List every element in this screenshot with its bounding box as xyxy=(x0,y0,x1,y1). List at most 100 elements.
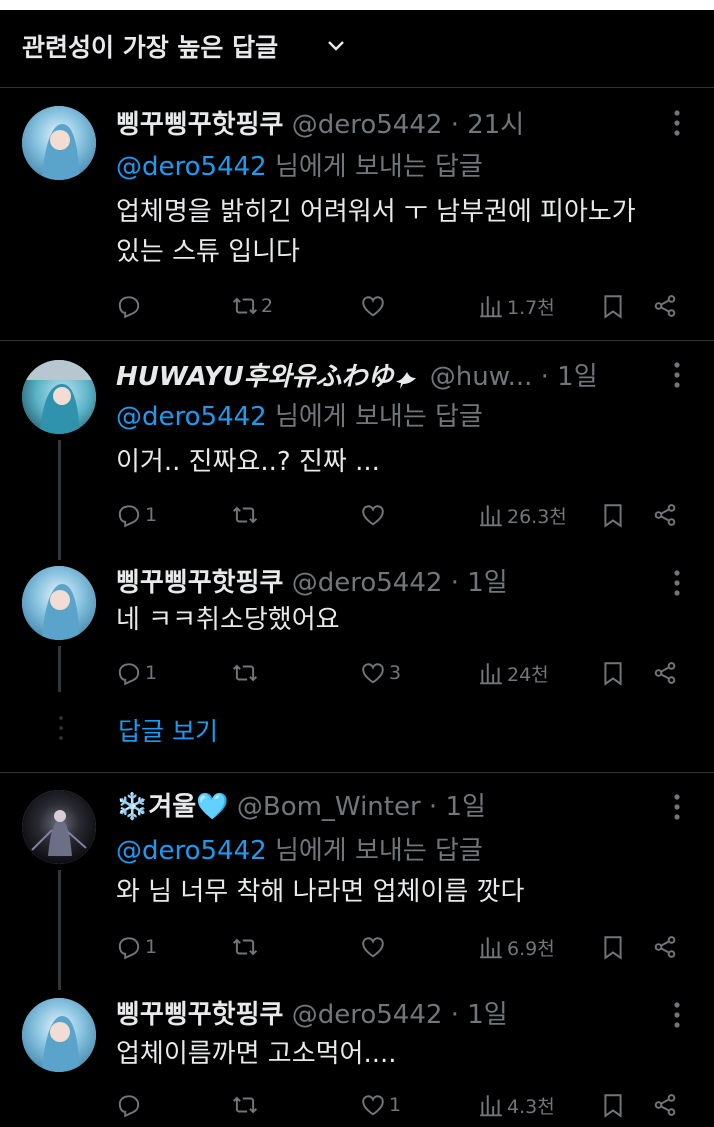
like-button[interactable]: 3 xyxy=(360,658,401,688)
share-button[interactable] xyxy=(652,658,678,688)
bar-chart-icon xyxy=(478,1092,504,1118)
user-handle[interactable]: @dero5442 xyxy=(292,110,443,140)
heart-icon xyxy=(360,934,386,960)
reply-button[interactable]: 1 xyxy=(116,500,157,530)
reply-button[interactable] xyxy=(116,1090,145,1120)
replying-to: @dero5442 님에게 보내는 답글 xyxy=(116,396,483,433)
avatar[interactable] xyxy=(22,790,96,864)
bookmark-button[interactable] xyxy=(600,291,626,321)
replying-to: @dero5442 님에게 보내는 답글 xyxy=(116,830,483,867)
post-header: 삥꾸삥꾸핫핑쿠 @dero5442 · 1일 xyxy=(116,994,676,1030)
post-header: HUWAYU후와유ふわゆ @huw... · 1일 xyxy=(116,356,676,392)
post-header: 삥꾸삥꾸핫핑쿠 @dero5442 · 1일 xyxy=(116,562,676,598)
repost-button[interactable] xyxy=(232,658,261,688)
share-button[interactable] xyxy=(652,932,678,962)
display-name[interactable]: HUWAYU후와유ふわゆ xyxy=(116,362,393,392)
post-text: 와 님 너무 착해 나라면 업체이름 깟다 xyxy=(116,872,686,912)
reply-count: 1 xyxy=(145,662,158,684)
display-name[interactable]: 삥꾸삥꾸핫핑쿠 xyxy=(116,568,283,598)
heart-icon xyxy=(360,1092,386,1118)
like-button[interactable] xyxy=(360,932,389,962)
like-button[interactable] xyxy=(360,500,389,530)
bookmark-button[interactable] xyxy=(600,500,626,530)
views-button[interactable]: 1.7천 xyxy=(478,291,555,321)
user-handle[interactable]: @huw... xyxy=(430,362,533,392)
reply-count: 1 xyxy=(145,936,158,958)
bookmark-button[interactable] xyxy=(600,1090,626,1120)
post-header: ❄️겨울🩵 @Bom_Winter · 1일 xyxy=(116,786,676,822)
post-time[interactable]: · 1일 xyxy=(451,1000,508,1030)
action-bar: 1 3 24천 xyxy=(116,658,696,688)
view-count: 4.3천 xyxy=(507,1095,555,1118)
post-header: 삥꾸삥꾸핫핑쿠 @dero5442 · 21시 xyxy=(116,104,676,140)
more-options-icon[interactable] xyxy=(674,1002,680,1028)
views-button[interactable]: 24천 xyxy=(478,658,549,688)
chevron-down-icon[interactable] xyxy=(326,36,346,56)
like-count: 1 xyxy=(389,1094,402,1116)
post-time[interactable]: · 21시 xyxy=(451,110,525,140)
reply-button[interactable]: 1 xyxy=(116,932,157,962)
reply-icon xyxy=(116,502,142,528)
more-options-icon[interactable] xyxy=(674,570,680,596)
reply-icon xyxy=(116,934,142,960)
repost-button[interactable]: 2 xyxy=(232,291,273,321)
bookmark-icon xyxy=(600,502,626,528)
share-icon xyxy=(652,1092,678,1118)
heart-icon xyxy=(360,660,386,686)
views-button[interactable]: 4.3천 xyxy=(478,1090,555,1120)
bookmark-button[interactable] xyxy=(600,658,626,688)
user-handle[interactable]: @Bom_Winter xyxy=(237,792,421,822)
replies-sort-header[interactable]: 관련성이 가장 높은 답글 xyxy=(0,0,714,88)
more-options-icon[interactable] xyxy=(674,362,680,388)
more-options-icon[interactable] xyxy=(674,110,680,136)
post-time[interactable]: · 1일 xyxy=(429,792,486,822)
like-button[interactable]: 1 xyxy=(360,1090,401,1120)
display-name[interactable]: ❄️겨울🩵 xyxy=(116,792,229,822)
bookmark-icon xyxy=(600,660,626,686)
mention-link[interactable]: @dero5442 xyxy=(116,152,267,182)
bookmark-icon xyxy=(600,934,626,960)
repost-icon xyxy=(232,934,258,960)
more-replies-dots-icon xyxy=(59,716,63,740)
share-button[interactable] xyxy=(652,500,678,530)
like-count: 3 xyxy=(389,662,402,684)
avatar[interactable] xyxy=(22,106,96,180)
post-time[interactable]: · 1일 xyxy=(541,362,598,392)
repost-button[interactable] xyxy=(232,1090,261,1120)
avatar[interactable] xyxy=(22,360,96,434)
action-bar: 1 4.3천 xyxy=(116,1090,696,1120)
action-bar: 1 26.3천 xyxy=(116,500,696,530)
post-text: 네 ㅋㅋ취소당했어요 xyxy=(116,600,686,640)
bookmark-button[interactable] xyxy=(600,932,626,962)
views-button[interactable]: 26.3천 xyxy=(478,500,567,530)
like-button[interactable] xyxy=(360,291,389,321)
more-options-icon[interactable] xyxy=(674,794,680,820)
views-button[interactable]: 6.9천 xyxy=(478,932,555,962)
thread-connector xyxy=(58,870,61,990)
reply-button[interactable]: 1 xyxy=(116,658,157,688)
post-text-line: 있는 스튜 입니다 xyxy=(116,237,300,267)
bar-chart-icon xyxy=(478,934,504,960)
repost-button[interactable] xyxy=(232,932,261,962)
share-button[interactable] xyxy=(652,291,678,321)
replying-to-label: 님에게 보내는 답글 xyxy=(266,152,483,182)
bookmark-icon xyxy=(600,293,626,319)
mention-link[interactable]: @dero5442 xyxy=(116,836,267,866)
reply-button[interactable] xyxy=(116,291,145,321)
post-text-line: 이거.. 진짜요..? 진짜 ... xyxy=(116,447,380,477)
share-button[interactable] xyxy=(652,1090,678,1120)
post-time[interactable]: · 1일 xyxy=(451,568,508,598)
repost-button[interactable] xyxy=(232,500,261,530)
reply-icon xyxy=(116,660,142,686)
show-replies-link[interactable]: 답글 보기 xyxy=(118,712,218,748)
avatar[interactable] xyxy=(22,998,96,1072)
post-text-line: 와 님 너무 착해 나라면 업체이름 깟다 xyxy=(116,877,525,907)
bar-chart-icon xyxy=(478,502,504,528)
display-name[interactable]: 삥꾸삥꾸핫핑쿠 xyxy=(116,1000,283,1030)
user-handle[interactable]: @dero5442 xyxy=(292,568,443,598)
user-handle[interactable]: @dero5442 xyxy=(292,1000,443,1030)
mention-link[interactable]: @dero5442 xyxy=(116,402,267,432)
avatar[interactable] xyxy=(22,566,96,640)
display-name[interactable]: 삥꾸삥꾸핫핑쿠 xyxy=(116,110,283,140)
repost-icon xyxy=(232,660,258,686)
